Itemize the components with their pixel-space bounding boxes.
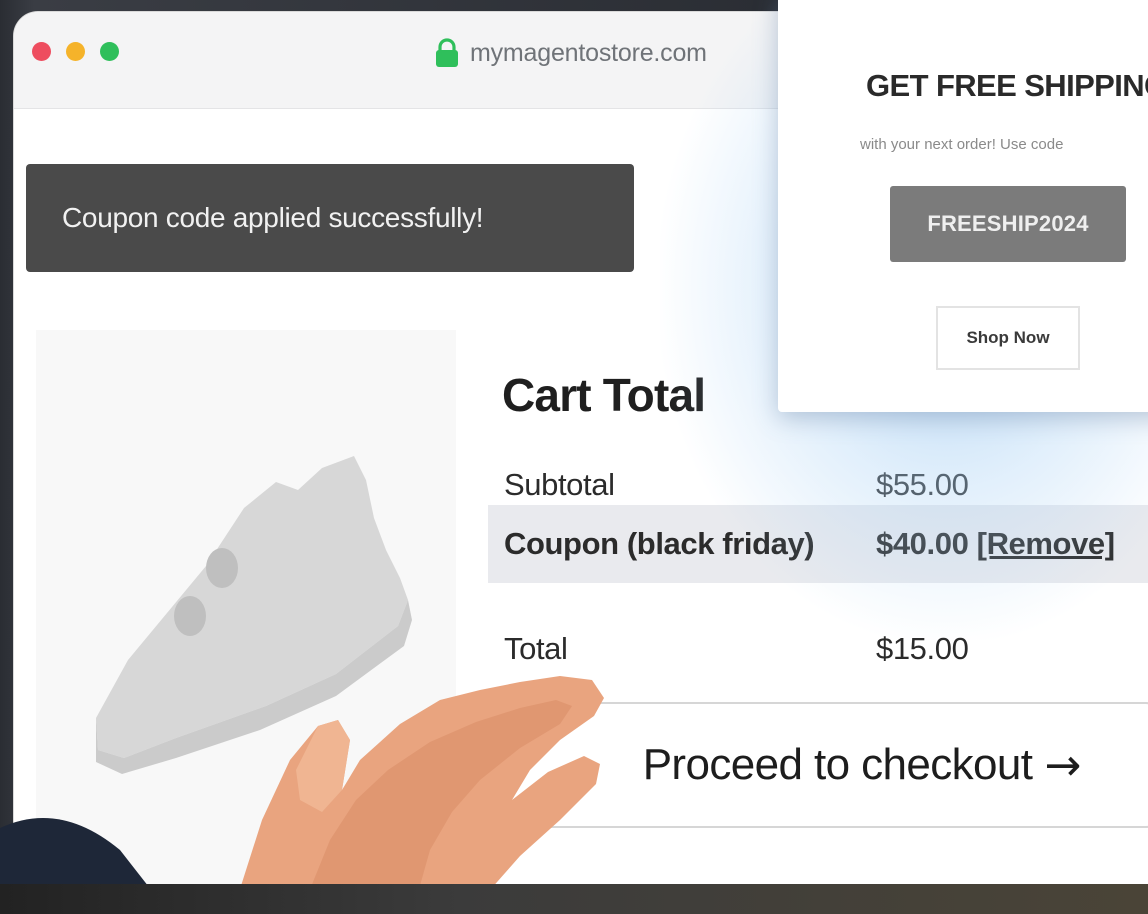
minimize-window-button[interactable] xyxy=(66,42,85,61)
total-label: Total xyxy=(504,631,568,666)
success-toast: Coupon code applied successfully! xyxy=(26,164,634,272)
proceed-to-checkout-button[interactable]: Proceed to checkout → xyxy=(488,702,1148,828)
total-value: $15.00 xyxy=(876,631,969,666)
address-bar[interactable]: mymagentostore.com xyxy=(434,38,707,68)
popup-title: GET FREE SHIPPING xyxy=(866,68,1148,103)
close-window-button[interactable] xyxy=(32,42,51,61)
toast-message: Coupon code applied successfully! xyxy=(62,202,484,233)
coupon-value: $40.00 xyxy=(876,526,969,561)
product-image xyxy=(36,330,456,890)
maximize-window-button[interactable] xyxy=(100,42,119,61)
coupon-value-group: $40.00 [Remove] xyxy=(876,526,1115,562)
coupon-code-box[interactable]: FREESHIP2024 xyxy=(890,186,1126,262)
bottom-edge xyxy=(0,884,1148,914)
remove-coupon-link[interactable]: [Remove] xyxy=(977,526,1115,561)
popup-subtitle: with your next order! Use code xyxy=(860,136,1064,153)
arrow-right-icon: → xyxy=(1044,739,1082,791)
subtotal-label: Subtotal xyxy=(504,467,615,502)
window-controls xyxy=(32,42,119,61)
free-shipping-popup: GET FREE SHIPPING with your next order! … xyxy=(778,0,1148,412)
coupon-code: FREESHIP2024 xyxy=(927,211,1089,236)
url-text: mymagentostore.com xyxy=(470,38,707,67)
coupon-row: Coupon (black friday) $40.00 [Remove] xyxy=(488,505,1148,583)
cart-total-heading: Cart Total xyxy=(502,369,706,421)
sneaker-image xyxy=(96,456,412,774)
shop-now-button[interactable]: Shop Now xyxy=(936,306,1080,370)
checkout-label: Proceed to checkout xyxy=(642,740,1033,789)
shop-now-label: Shop Now xyxy=(966,328,1050,347)
total-row: Total $15.00 xyxy=(488,610,1148,688)
subtotal-value: $55.00 xyxy=(876,467,969,502)
coupon-label: Coupon (black friday) xyxy=(504,526,815,561)
video-frame: mymagentostore.com Coupon code applied s… xyxy=(0,0,1148,914)
lock-icon xyxy=(434,38,460,68)
